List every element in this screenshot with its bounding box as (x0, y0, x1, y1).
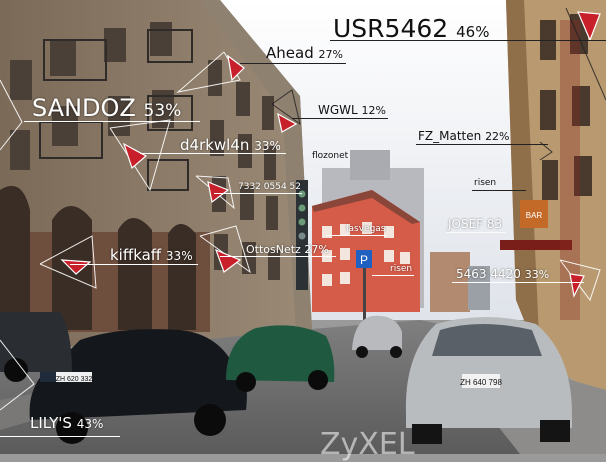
label-ottosnetz: OttosNetz 27% (246, 243, 329, 256)
label-flozonet: flozonet (312, 151, 349, 161)
label-usr5462: USR5462 46% (333, 14, 490, 43)
overlay-lines (0, 7, 606, 411)
rule-sandoz (24, 121, 200, 122)
label-risen-2: risen (390, 264, 413, 274)
label-fz-matten: FZ_Matten 22% (418, 129, 510, 143)
rule-risen-1 (472, 190, 526, 191)
rule-usr5462 (330, 40, 606, 41)
label-kiffkaff: kiffkaff 33% (110, 246, 193, 264)
label-d4rkwl4n: d4rkwl4n 33% (180, 136, 281, 154)
rule-ahead (240, 63, 346, 64)
label-wgwl: WGWL 12% (318, 103, 386, 117)
rule-josef (446, 232, 506, 233)
rule-n7332 (214, 193, 302, 194)
rule-risen-2 (372, 275, 414, 276)
label-zyxel: ZyXEL (320, 427, 415, 462)
rule-fz-matten (416, 144, 548, 145)
rule-wgwl (292, 118, 388, 119)
label-josef: JOSEF 83 (448, 217, 503, 231)
label-lasvegas: lasvegas (346, 224, 386, 234)
rule-n5463 (452, 282, 584, 283)
rule-kiffkaff (70, 264, 198, 265)
rule-d4rkwl4n (140, 153, 286, 154)
label-risen-1: risen (474, 178, 497, 188)
label-ahead: Ahead 27% (266, 44, 343, 62)
rule-lilys (0, 436, 120, 437)
rule-lasvegas (326, 235, 386, 236)
label-n5463: 5463 4420 33% (456, 267, 550, 281)
label-lilys: LILY'S 43% (30, 414, 104, 432)
rule-ottosnetz (220, 256, 336, 257)
label-n7332: 7332 0554 52 (238, 182, 301, 192)
label-sandoz: SANDOZ 53% (32, 94, 182, 122)
